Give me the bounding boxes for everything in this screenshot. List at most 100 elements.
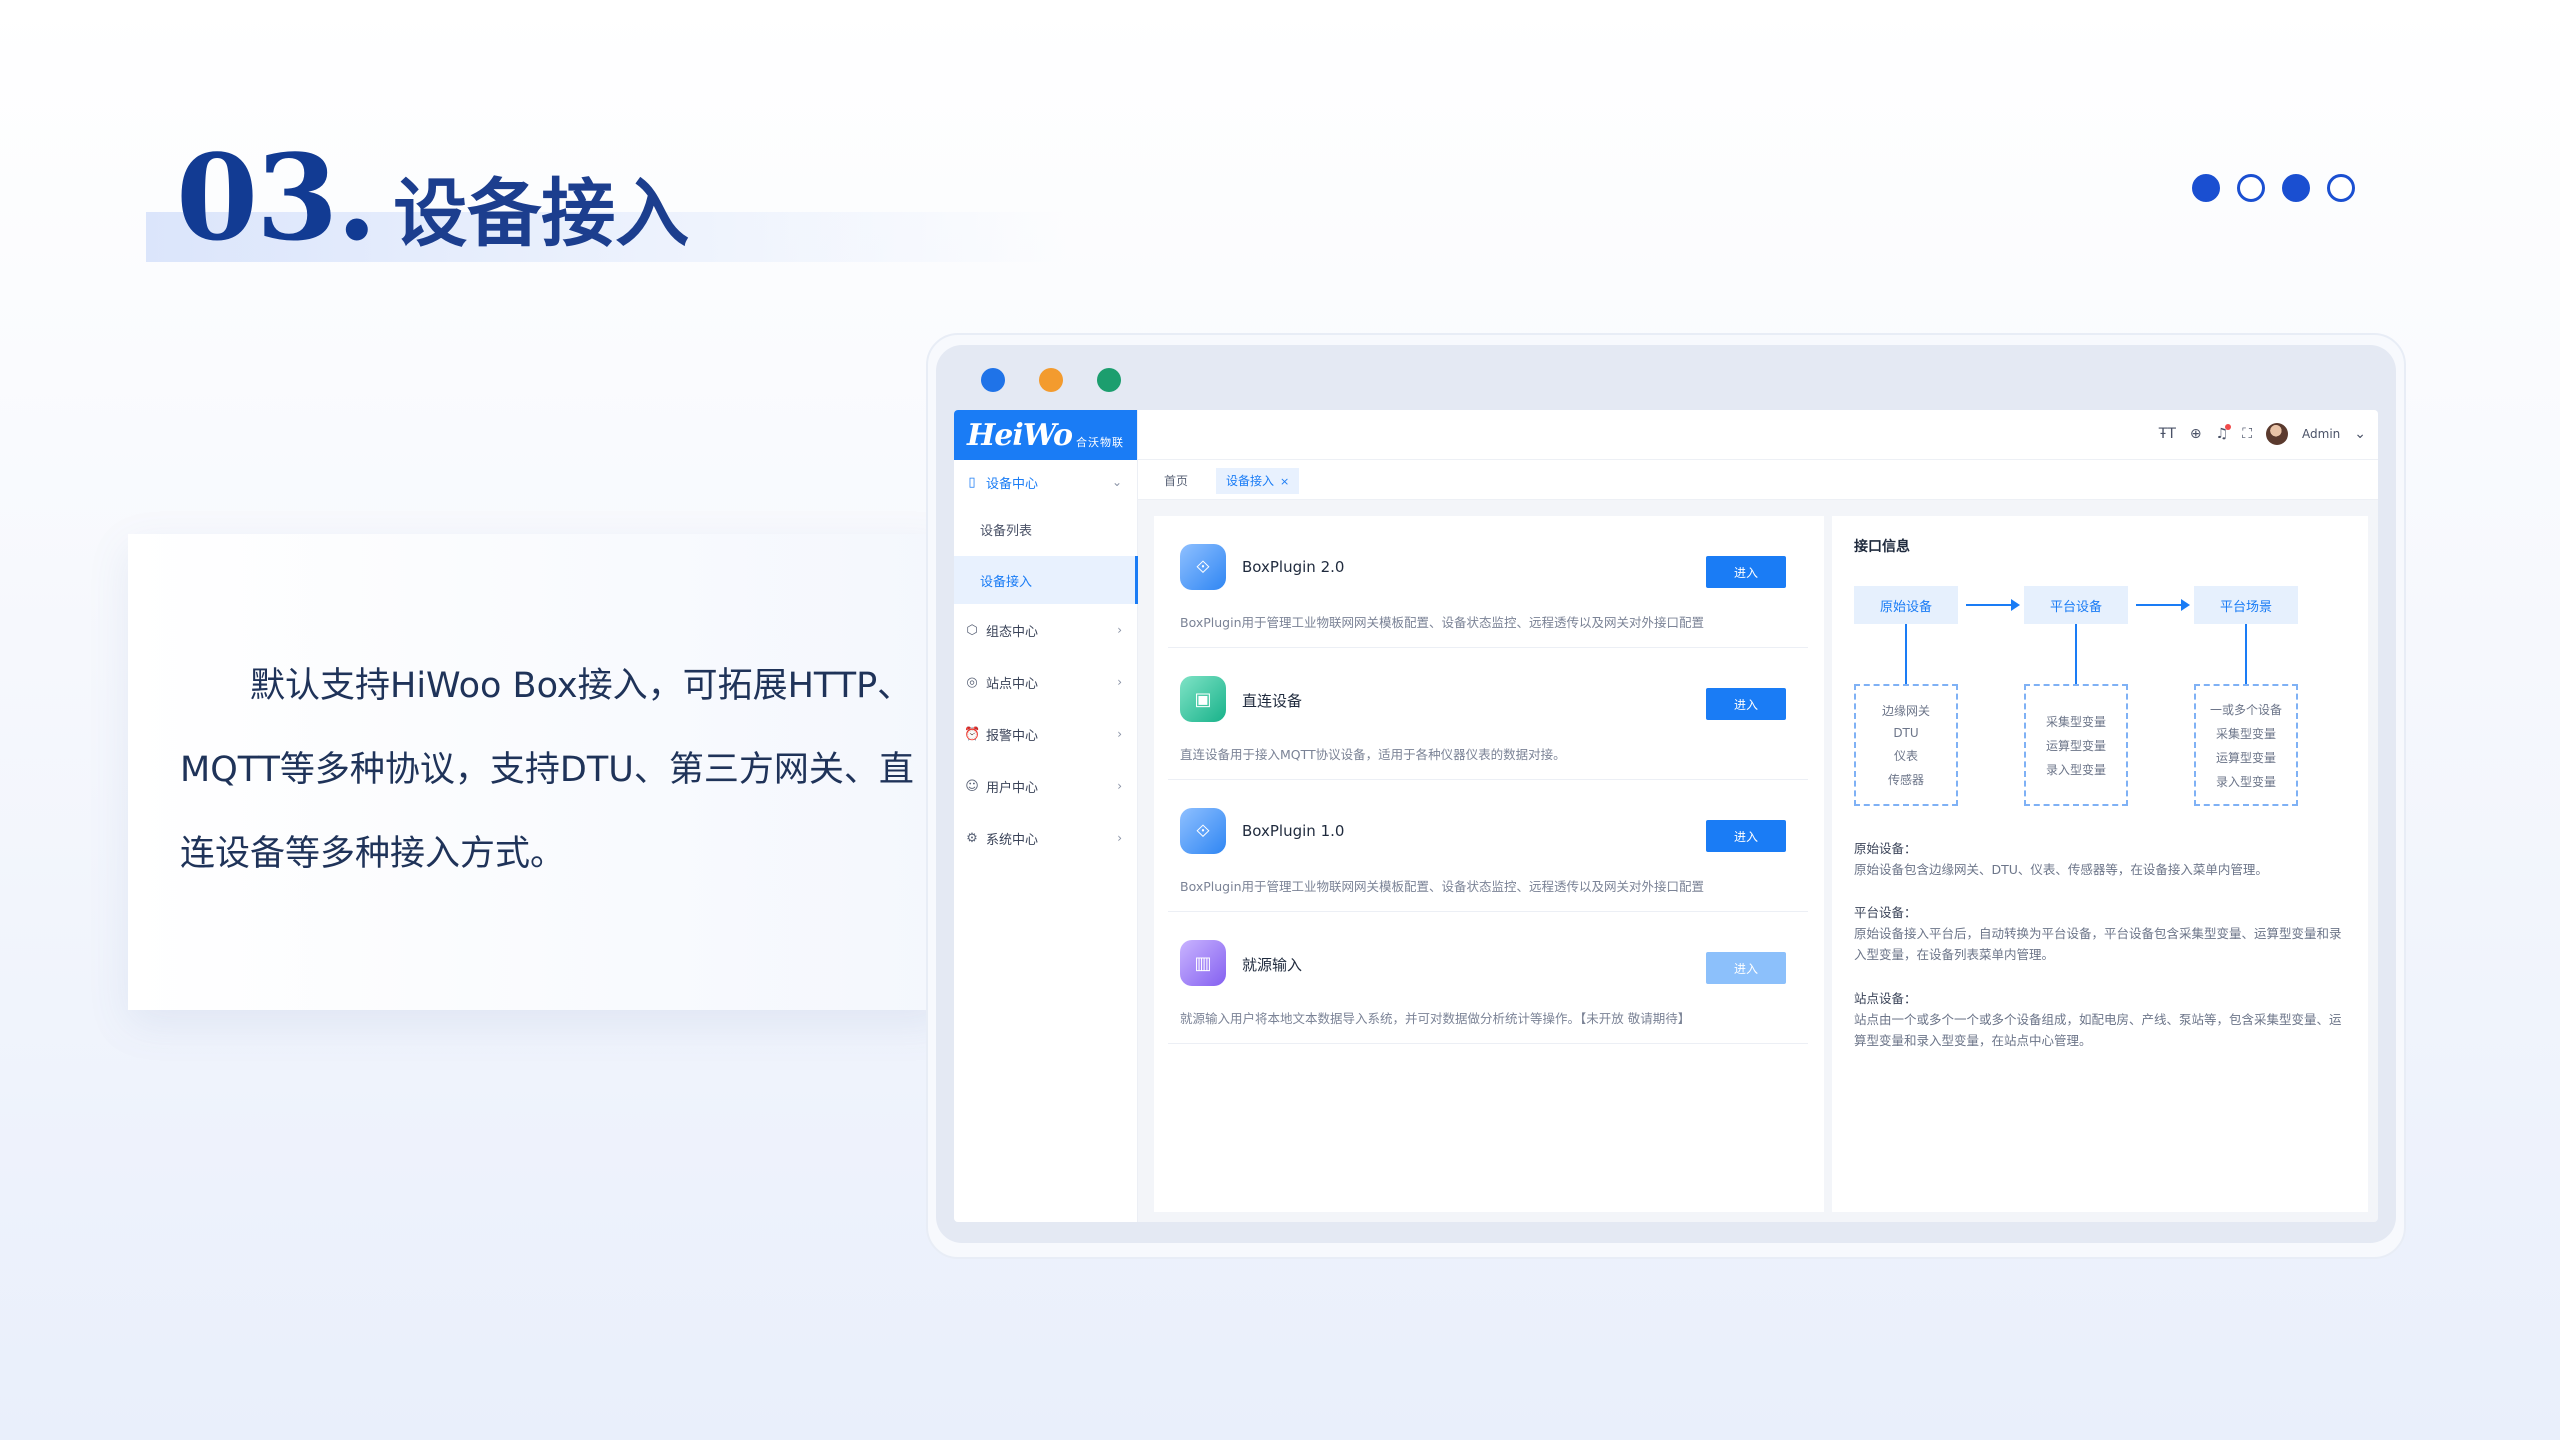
tab-label: 设备接入: [1226, 474, 1275, 488]
flow-detail-box: 边缘网关 DTU 仪表 传感器: [1854, 684, 1958, 806]
chevron-right-icon: ›: [1117, 831, 1122, 845]
logo-subtitle: 合沃物联: [1076, 436, 1125, 449]
note-text: 站点由一个或多个一个或多个设备组成，如配电房、产线、泵站等，包含采集型变量、运算…: [1854, 1012, 2342, 1048]
flow-detail-item: 一或多个设备: [2209, 702, 2282, 717]
app-screen: HeiWo 合沃物联 ▯ 设备中心 ⌄ 设备列表 设备接入 ⬡ 组态中心 › ◎…: [954, 410, 2378, 1222]
close-icon[interactable]: ×: [1280, 475, 1289, 488]
enter-button[interactable]: 进入: [1706, 688, 1786, 720]
flow-detail-item: 传感器: [1887, 773, 1924, 787]
description-card: 默认支持HiWoo Box接入，可拓展HTTP、MQTT等多种协议，支持DTU、…: [128, 534, 948, 1010]
flow-connector: [2075, 624, 2077, 684]
flow-detail-box: 一或多个设备 采集型变量 运算型变量 录入型变量: [2194, 684, 2298, 806]
interface-info-panel: 接口信息 原始设备 平台设备 平台场景 边缘网关 DTU 仪表 传感器 采集型变…: [1832, 516, 2368, 1212]
tab-home[interactable]: 首页: [1154, 468, 1198, 494]
enter-button[interactable]: 进入: [1706, 556, 1786, 588]
note-title: 原始设备：: [1854, 841, 1917, 856]
submenu-item-device-access[interactable]: 设备接入: [954, 556, 1138, 604]
menu-item-site-center[interactable]: ◎ 站点中心 ›: [954, 660, 1138, 704]
flow-node-platform-scene: 平台场景: [2194, 586, 2298, 624]
topbar-actions: ŦT ⊕ ♫ ⛶ Admin ⌄: [2159, 423, 2366, 445]
pager-dot: [2327, 174, 2355, 202]
user-name[interactable]: Admin: [2302, 427, 2340, 441]
enter-button-disabled[interactable]: 进入: [1706, 952, 1786, 984]
chevron-right-icon: ›: [1117, 675, 1122, 689]
pager-dot: [2237, 174, 2265, 202]
plugin-name: BoxPlugin 1.0: [1242, 822, 1345, 840]
slide-number: 03.: [176, 128, 377, 267]
note-text: 原始设备接入平台后，自动转换为平台设备，平台设备包含采集型变量、运算型变量和录入…: [1854, 926, 2342, 962]
flow-detail-item: 录入型变量: [2215, 774, 2276, 789]
plugin-card: ⟐ BoxPlugin 2.0 进入 BoxPlugin用于管理工业物联网网关模…: [1168, 516, 1808, 648]
note-site-device: 站点设备： 站点由一个或多个一个或多个设备组成，如配电房、产线、泵站等，包含采集…: [1854, 988, 2344, 1051]
menu-item-alarm-center[interactable]: ⏰ 报警中心 ›: [954, 712, 1138, 756]
menu-label: 站点中心: [986, 676, 1039, 692]
top-bar: ŦT ⊕ ♫ ⛶ Admin ⌄: [1138, 410, 2378, 460]
window-dot-orange[interactable]: [1039, 368, 1063, 392]
slide-title: 03. 设备接入: [176, 128, 689, 267]
font-size-icon[interactable]: ŦT: [2159, 426, 2176, 442]
menu-item-config-center[interactable]: ⬡ 组态中心 ›: [954, 608, 1138, 652]
window-dot-blue[interactable]: [981, 368, 1005, 392]
brand-logo[interactable]: HeiWo 合沃物联: [954, 410, 1137, 460]
flow-detail-item: 采集型变量: [2215, 726, 2276, 741]
slide-heading: 设备接入: [393, 171, 690, 257]
access-methods-panel: ⟐ BoxPlugin 2.0 进入 BoxPlugin用于管理工业物联网网关模…: [1154, 516, 1824, 1212]
plugin-name: 直连设备: [1242, 692, 1303, 710]
logo-mark: HeiWo: [966, 417, 1073, 453]
chevron-down-icon: ⌄: [1111, 475, 1122, 489]
submenu-label: 设备接入: [980, 574, 1033, 590]
flow-detail-box: 采集型变量 运算型变量 录入型变量: [2024, 684, 2128, 806]
flow-arrow: [2136, 599, 2190, 611]
chevron-down-icon[interactable]: ⌄: [2354, 426, 2366, 442]
pager-dot: [2282, 174, 2310, 202]
chevron-right-icon: ›: [1117, 727, 1122, 741]
bell-icon[interactable]: ♫: [2216, 424, 2231, 442]
chart-import-icon: ▥: [1180, 940, 1226, 986]
plugin-description: 直连设备用于接入MQTT协议设备，适用于各种仪器仪表的数据对接。: [1180, 747, 1566, 762]
flow-node-raw-device: 原始设备: [1854, 586, 1958, 624]
sidebar: HeiWo 合沃物联 ▯ 设备中心 ⌄ 设备列表 设备接入 ⬡ 组态中心 › ◎…: [954, 410, 1138, 1222]
window-dot-green[interactable]: [1097, 368, 1121, 392]
note-title: 平台设备：: [1854, 905, 1917, 920]
menu-item-system-center[interactable]: ⚙ 系统中心 ›: [954, 816, 1138, 860]
enter-button[interactable]: 进入: [1706, 820, 1786, 852]
plugin-name: 就源输入: [1242, 956, 1303, 974]
chevron-right-icon: ›: [1117, 779, 1122, 793]
menu-label: 组态中心: [986, 624, 1039, 640]
menu-label: 系统中心: [986, 832, 1039, 848]
avatar[interactable]: [2266, 423, 2289, 445]
user-icon: ☺: [965, 778, 979, 794]
settings-icon: ⚙: [966, 830, 978, 846]
network-icon: ⟐: [1180, 544, 1226, 590]
location-icon: ◎: [966, 674, 978, 690]
alarm-icon: ⏰: [964, 726, 981, 742]
plugin-card: ⟐ BoxPlugin 1.0 进入 BoxPlugin用于管理工业物联网网关模…: [1168, 780, 1808, 912]
menu-label: 设备中心: [986, 476, 1039, 492]
plugin-card: ▣ 直连设备 进入 直连设备用于接入MQTT协议设备，适用于各种仪器仪表的数据对…: [1168, 648, 1808, 780]
submenu-item-device-list[interactable]: 设备列表: [954, 505, 1138, 553]
description-text: 默认支持HiWoo Box接入，可拓展HTTP、MQTT等多种协议，支持DTU、…: [180, 666, 914, 874]
flow-detail-item: 运算型变量: [2215, 750, 2276, 765]
note-platform-device: 平台设备： 原始设备接入平台后，自动转换为平台设备，平台设备包含采集型变量、运算…: [1854, 902, 2344, 965]
flow-node-platform-device: 平台设备: [2024, 586, 2128, 624]
page-tabs: 首页 设备接入 ×: [1138, 460, 2378, 500]
network-icon: ⟐: [1180, 808, 1226, 854]
submenu-label: 设备列表: [980, 523, 1033, 539]
menu-item-device-center[interactable]: ▯ 设备中心 ⌄: [954, 460, 1138, 504]
flow-detail-item: 运算型变量: [2045, 738, 2106, 753]
plugin-name: BoxPlugin 2.0: [1242, 558, 1345, 576]
flow-detail-item: 录入型变量: [2045, 762, 2106, 777]
plugin-description: BoxPlugin用于管理工业物联网网关模板配置、设备状态监控、远程透传以及网关…: [1180, 615, 1705, 630]
globe-icon[interactable]: ⊕: [2190, 426, 2202, 442]
fullscreen-icon[interactable]: ⛶: [2242, 426, 2252, 442]
note-title: 站点设备：: [1854, 991, 1917, 1006]
flow-arrow: [1966, 599, 2020, 611]
window-controls: [981, 368, 1121, 392]
plugin-description: 就源输入用户将本地文本数据导入系统，并可对数据做分析统计等操作。【未开放 敬请期…: [1180, 1011, 1691, 1026]
pager-dot: [2192, 174, 2220, 202]
flow-detail-item: DTU: [1893, 726, 1919, 740]
note-text: 原始设备包含边缘网关、DTU、仪表、传感器等，在设备接入菜单内管理。: [1854, 862, 2268, 877]
flow-connector: [1905, 624, 1907, 684]
menu-item-user-center[interactable]: ☺ 用户中心 ›: [954, 764, 1138, 808]
tab-device-access[interactable]: 设备接入 ×: [1216, 468, 1300, 494]
